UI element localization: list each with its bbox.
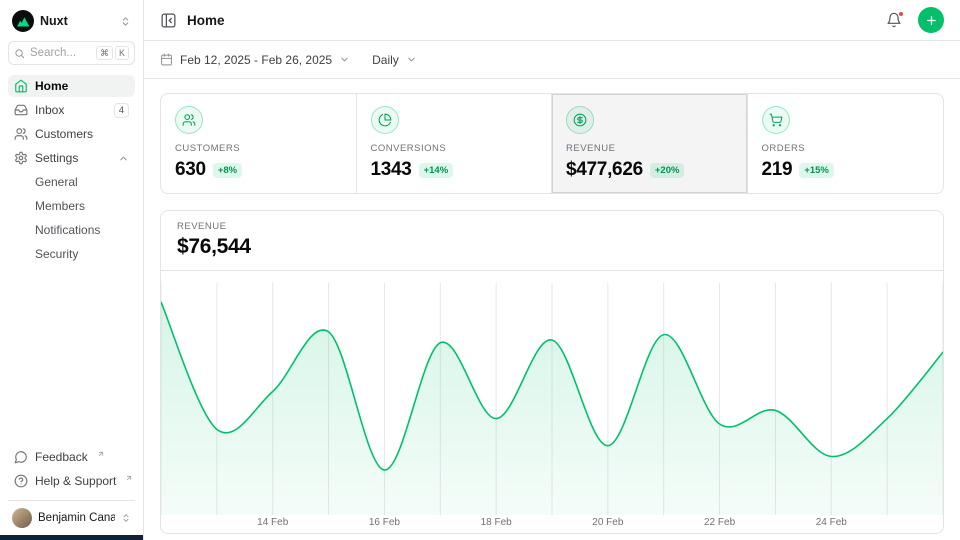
chevrons-up-down-icon xyxy=(121,513,131,523)
search-shortcut: ⌘ K xyxy=(96,46,129,60)
sidebar-item-label: Home xyxy=(35,79,129,93)
stat-value: 1343 xyxy=(371,159,412,181)
sidebar-spacer xyxy=(8,265,135,446)
sidebar-item-customers[interactable]: Customers xyxy=(8,123,135,145)
gear-icon xyxy=(14,151,28,165)
sidebar-item-help-support[interactable]: Help & Support xyxy=(8,470,135,492)
x-axis-label: 14 Feb xyxy=(257,517,288,528)
stat-value: 219 xyxy=(762,159,793,181)
stat-card-revenue[interactable]: REVENUE $477,626 +20% xyxy=(552,94,748,193)
x-axis-label: 22 Feb xyxy=(704,517,735,528)
search-input[interactable]: Search... ⌘ K xyxy=(8,41,135,65)
revenue-chart-header: REVENUE $76,544 xyxy=(161,211,943,271)
sidebar-item-home[interactable]: Home xyxy=(8,75,135,97)
sidebar-item-settings-security[interactable]: Security xyxy=(8,243,135,265)
stat-delta-badge: +14% xyxy=(419,163,454,178)
sidebar: Nuxt Search... ⌘ K Home xyxy=(0,0,144,540)
date-range-value: Feb 12, 2025 - Feb 26, 2025 xyxy=(180,53,332,67)
sidebar-item-label: Feedback xyxy=(35,450,88,464)
x-axis-label: 16 Feb xyxy=(369,517,400,528)
page-header: Home xyxy=(144,0,960,41)
external-link-icon xyxy=(125,474,133,482)
stat-value: 630 xyxy=(175,159,206,181)
x-axis-label: 24 Feb xyxy=(816,517,847,528)
window-bottom-edge xyxy=(0,535,143,540)
dollar-circle-icon xyxy=(566,106,594,134)
sidebar-item-feedback[interactable]: Feedback xyxy=(8,446,135,468)
sidebar-item-settings-members[interactable]: Members xyxy=(8,195,135,217)
chevron-down-icon xyxy=(406,54,417,65)
stat-card-orders[interactable]: ORDERS 219 +15% xyxy=(748,94,944,193)
notifications-button[interactable] xyxy=(884,10,904,30)
cart-icon xyxy=(762,106,790,134)
collapse-sidebar-button[interactable] xyxy=(160,12,177,29)
help-circle-icon xyxy=(14,474,28,488)
interval-select[interactable]: Daily xyxy=(372,53,417,67)
kbd-k: K xyxy=(115,46,129,60)
stat-delta-badge: +8% xyxy=(213,163,242,178)
stats-row: CUSTOMERS 630 +8% CONVERSIONS 1343 +14% xyxy=(160,93,944,194)
stat-label: REVENUE xyxy=(566,143,733,154)
sidebar-item-label: Help & Support xyxy=(35,474,116,488)
speech-bubble-icon xyxy=(14,450,28,464)
sidebar-footer-nav: Feedback Help & Support xyxy=(8,446,135,492)
revenue-chart-card: REVENUE $76,544 14 Feb 16 Feb 18 Feb 20 Feb… xyxy=(160,210,944,534)
sidebar-item-label: Settings xyxy=(35,151,111,165)
page-title: Home xyxy=(187,13,874,28)
x-axis-labels: 14 Feb 16 Feb 18 Feb 20 Feb 22 Feb 24 Feb xyxy=(161,515,943,533)
revenue-chart-svg xyxy=(161,271,943,515)
workspace-name: Nuxt xyxy=(40,14,114,28)
stat-label: CONVERSIONS xyxy=(371,143,538,154)
sidebar-nav: Home Inbox 4 Customers Settings xyxy=(8,75,135,265)
sidebar-item-label: Customers xyxy=(35,127,129,141)
nuxt-logo-icon xyxy=(16,16,30,27)
workspace-switcher[interactable]: Nuxt xyxy=(8,8,135,41)
main-area: Home Feb 12, 2025 - Feb 26, 2025 Daily xyxy=(144,0,960,540)
sidebar-item-settings-notifications[interactable]: Notifications xyxy=(8,219,135,241)
plus-icon xyxy=(925,14,938,27)
user-avatar xyxy=(12,508,32,528)
calendar-icon xyxy=(160,53,173,66)
user-menu[interactable]: Benjamin Canac xyxy=(8,500,135,534)
stat-card-customers[interactable]: CUSTOMERS 630 +8% xyxy=(161,94,357,193)
external-link-icon xyxy=(97,450,105,458)
filter-toolbar: Feb 12, 2025 - Feb 26, 2025 Daily xyxy=(144,41,960,79)
date-range-picker[interactable]: Feb 12, 2025 - Feb 26, 2025 xyxy=(160,53,350,67)
search-icon xyxy=(14,48,25,59)
nuxt-logo xyxy=(12,10,34,32)
stat-delta-badge: +20% xyxy=(650,163,685,178)
revenue-chart-plot: 14 Feb 16 Feb 18 Feb 20 Feb 22 Feb 24 Feb xyxy=(161,271,943,533)
stat-card-conversions[interactable]: CONVERSIONS 1343 +14% xyxy=(357,94,553,193)
chevrons-up-down-icon xyxy=(120,16,131,27)
user-name: Benjamin Canac xyxy=(38,512,115,524)
sidebar-item-inbox[interactable]: Inbox 4 xyxy=(8,99,135,121)
interval-value: Daily xyxy=(372,53,399,67)
page-content: CUSTOMERS 630 +8% CONVERSIONS 1343 +14% xyxy=(144,79,960,540)
chevron-down-icon xyxy=(339,54,350,65)
chevron-up-icon xyxy=(118,153,129,164)
sidebar-item-settings[interactable]: Settings xyxy=(8,147,135,169)
x-axis-label: 18 Feb xyxy=(481,517,512,528)
users-icon xyxy=(14,127,28,141)
sidebar-item-label: Inbox xyxy=(35,103,107,117)
inbox-count-badge: 4 xyxy=(114,103,129,118)
chart-current-value: $76,544 xyxy=(177,235,927,259)
home-icon xyxy=(14,79,28,93)
kbd-cmd: ⌘ xyxy=(96,46,113,60)
notification-dot xyxy=(898,11,904,17)
x-axis-label: 20 Feb xyxy=(592,517,623,528)
search-placeholder: Search... xyxy=(30,47,91,59)
users-icon xyxy=(175,106,203,134)
stat-delta-badge: +15% xyxy=(799,163,834,178)
chart-title: REVENUE xyxy=(177,221,927,232)
stat-label: CUSTOMERS xyxy=(175,143,342,154)
pie-chart-icon xyxy=(371,106,399,134)
inbox-icon xyxy=(14,103,28,117)
stat-label: ORDERS xyxy=(762,143,930,154)
app-window: Nuxt Search... ⌘ K Home xyxy=(0,0,960,540)
sidebar-item-settings-general[interactable]: General xyxy=(8,171,135,193)
stat-value: $477,626 xyxy=(566,159,643,181)
add-button[interactable] xyxy=(918,7,944,33)
